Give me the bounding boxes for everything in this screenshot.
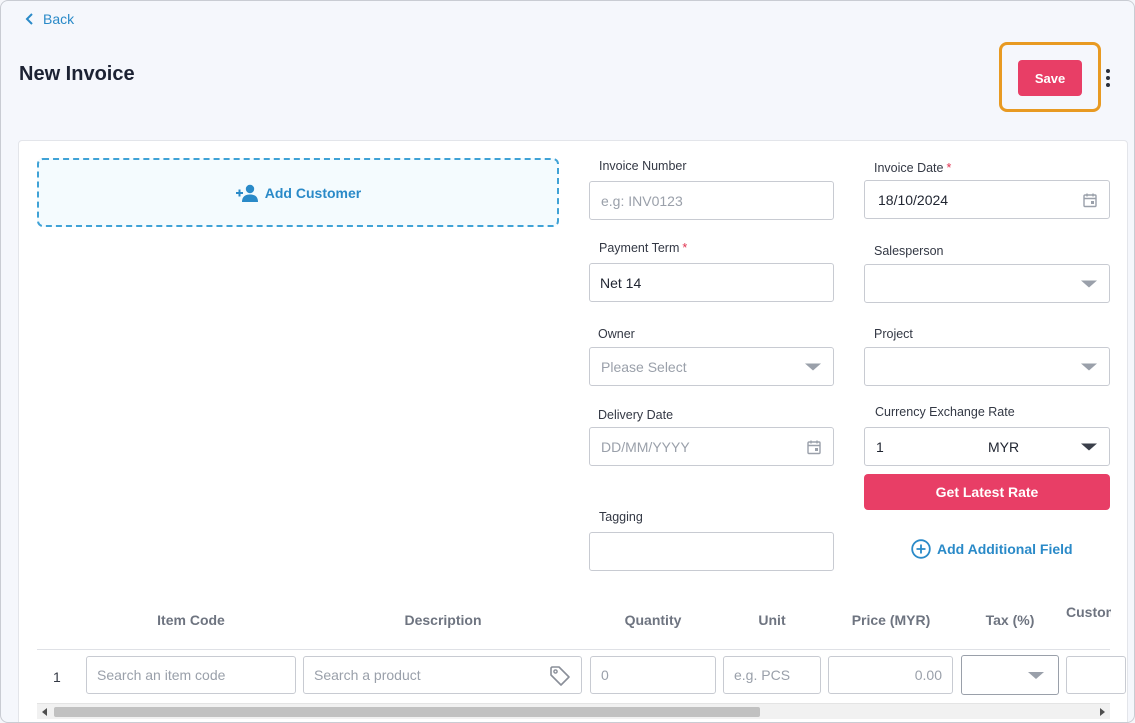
description-input[interactable]: Search a product <box>303 656 582 694</box>
add-additional-field-button[interactable]: Add Additional Field <box>911 538 1073 560</box>
page-title: New Invoice <box>19 63 135 85</box>
chevron-down-icon <box>805 363 821 370</box>
delivery-date-label: Delivery Date <box>598 408 674 422</box>
scrollbar-thumb[interactable] <box>54 707 760 717</box>
chevron-down-icon <box>1081 363 1097 370</box>
tag-icon <box>550 666 570 686</box>
unit-input[interactable]: e.g. PCS <box>723 656 821 694</box>
payment-term-field[interactable]: Net 14 <box>589 263 834 302</box>
owner-select[interactable]: Please Select <box>589 347 834 386</box>
add-additional-field-label: Add Additional Field <box>937 541 1073 557</box>
column-header-tax: Tax (%) <box>985 612 1035 628</box>
project-label: Project <box>874 327 913 341</box>
add-customer-label: Add Customer <box>264 184 362 201</box>
currency-code[interactable]: MYR <box>988 439 1019 455</box>
app-window: Back New Invoice Save Add Customer Invoi… <box>0 0 1135 723</box>
chevron-down-icon <box>1028 672 1044 679</box>
quantity-input[interactable]: 0 <box>590 656 716 694</box>
salesperson-select[interactable] <box>864 264 1110 303</box>
currency-rate-value[interactable]: 1 <box>876 439 884 455</box>
payment-term-label: Payment Term * <box>599 241 688 255</box>
invoice-number-field[interactable]: e.g: INV0123 <box>589 181 834 220</box>
add-customer-button[interactable]: Add Customer <box>37 158 559 227</box>
tagging-label: Tagging <box>599 510 643 524</box>
calendar-icon[interactable] <box>1083 192 1097 207</box>
scroll-right-arrow-icon[interactable] <box>1100 708 1105 716</box>
price-input[interactable]: 0.00 <box>828 656 953 694</box>
column-header-custom: Custom Column <box>1066 604 1111 620</box>
tax-select[interactable] <box>961 655 1059 695</box>
table-header-divider <box>37 649 1110 650</box>
owner-label: Owner <box>598 327 635 341</box>
scroll-left-arrow-icon[interactable] <box>42 708 47 716</box>
back-label: Back <box>43 11 75 27</box>
add-person-icon <box>235 184 258 202</box>
project-select[interactable] <box>864 347 1110 386</box>
currency-rate-label: Currency Exchange Rate <box>875 405 1015 419</box>
column-header-price: Price (MYR) <box>851 612 931 628</box>
chevron-down-icon[interactable] <box>1081 443 1097 450</box>
column-header-item-code: Item Code <box>157 612 225 628</box>
invoice-date-label: Invoice Date * <box>874 161 952 175</box>
item-code-input[interactable]: Search an item code <box>86 656 296 694</box>
delivery-date-field[interactable]: DD/MM/YYYY <box>589 427 834 466</box>
column-header-unit: Unit <box>758 612 786 628</box>
column-header-quantity: Quantity <box>624 612 682 628</box>
invoice-number-label: Invoice Number <box>599 159 687 173</box>
calendar-icon[interactable] <box>807 439 821 454</box>
salesperson-label: Salesperson <box>874 244 944 258</box>
column-header-description: Description <box>404 612 482 628</box>
get-latest-rate-button[interactable]: Get Latest Rate <box>864 474 1110 510</box>
row-number: 1 <box>53 669 61 685</box>
chevron-down-icon <box>1081 280 1097 287</box>
more-options-icon[interactable] <box>1100 67 1116 89</box>
invoice-date-field[interactable]: 18/10/2024 <box>864 180 1110 219</box>
currency-rate-field[interactable]: 1 MYR <box>864 427 1110 466</box>
tagging-field[interactable] <box>589 532 834 571</box>
horizontal-scrollbar[interactable] <box>37 703 1110 719</box>
chevron-left-icon <box>25 13 33 25</box>
save-button[interactable]: Save <box>1018 60 1082 96</box>
custom-column-input[interactable] <box>1066 656 1126 694</box>
back-link[interactable]: Back <box>25 9 74 29</box>
plus-circle-icon <box>911 539 931 559</box>
